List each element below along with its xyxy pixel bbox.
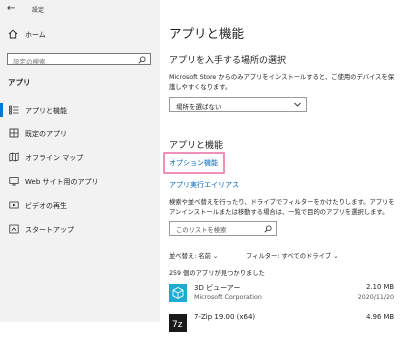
app-source-dropdown[interactable]: 場所を選ばない [169, 97, 307, 112]
app-size: 4.96 MB [366, 313, 394, 321]
chevron-down-icon [294, 102, 301, 107]
7zip-icon: 7z [169, 314, 187, 332]
sidebar-item-label: スタートアップ [25, 226, 74, 234]
app-list-search-input[interactable]: このリストを検索 [169, 221, 277, 236]
map-icon [9, 152, 19, 162]
search-sort-description: 検索や並べ替えを行ったり、ドライブでフィルターをかけたりします。アプリをアンイン… [169, 199, 395, 216]
app-source-dropdown-value: 場所を選ばない [176, 103, 222, 111]
home-nav-item[interactable]: ホーム [0, 26, 160, 44]
sidebar-item-video-playback[interactable]: ビデオの再生 [0, 195, 160, 215]
app-name: 3D ビューアー [194, 284, 241, 292]
settings-search-placeholder: 設定の検索 [13, 58, 46, 66]
filter-label: フィルター: [246, 253, 280, 260]
apps-features-heading: アプリと機能 [169, 141, 224, 151]
app-publisher: Microsoft Corporation [194, 294, 262, 301]
app-list-search-placeholder: このリストを検索 [176, 227, 227, 234]
chevron-down-icon: ⌄ [212, 253, 219, 260]
app-execution-aliases-link[interactable]: アプリ実行エイリアス [169, 180, 239, 190]
main-content: アプリと機能 アプリを入手する場所の選択 Microsoft Store からの… [160, 0, 400, 332]
startup-icon [9, 224, 19, 234]
sidebar: ← 設定 ホーム 設定の検索 アプリ アプリと機能 既定のアプリ オフライン マ… [0, 0, 160, 322]
app-source-heading: アプリを入手する場所の選択 [169, 56, 287, 66]
app-source-description: Microsoft Store からのみアプリをインストールすると、ご使用のデバ… [169, 74, 395, 91]
sidebar-item-default-apps[interactable]: 既定のアプリ [0, 123, 160, 143]
sidebar-item-web-apps[interactable]: Web サイト用のアプリ [0, 171, 160, 191]
sidebar-item-label: Web サイト用のアプリ [25, 178, 99, 186]
list-icon [9, 105, 19, 115]
sort-value[interactable]: 名前 [198, 253, 211, 260]
sidebar-item-startup[interactable]: スタートアップ [0, 219, 160, 239]
app-list-item[interactable]: 7z 7-Zip 19.00 (x64) 4.96 MB [160, 311, 400, 339]
back-arrow-icon[interactable]: ← [7, 4, 15, 14]
default-apps-icon [9, 128, 19, 138]
sidebar-section-title: アプリ [8, 78, 31, 87]
optional-features-link[interactable]: オプション機能 [169, 158, 218, 168]
sidebar-item-offline-maps[interactable]: オフライン マップ [0, 147, 160, 167]
app-size: 2.10 MB [366, 283, 394, 291]
title-bar: ← 設定 [0, 0, 160, 18]
home-icon [8, 29, 18, 39]
app-install-date: 2020/11/20 [357, 294, 394, 301]
filter-value[interactable]: すべてのドライブ [282, 253, 332, 260]
sidebar-item-label: 既定のアプリ [25, 130, 67, 138]
home-label: ホーム [25, 31, 46, 39]
filter-control[interactable]: フィルター: すべてのドライブ ⌄ [246, 251, 338, 260]
sidebar-item-label: オフライン マップ [25, 154, 84, 162]
apps-found-count: 259 個のアプリが見つかりました [169, 270, 265, 277]
page-title: アプリと機能 [169, 26, 245, 41]
3d-viewer-icon [169, 284, 187, 302]
chevron-down-icon: ⌄ [333, 253, 339, 260]
sidebar-item-apps-features[interactable]: アプリと機能 [0, 100, 160, 120]
sort-control[interactable]: 並べ替え: 名前 ⌄ [169, 251, 218, 260]
video-icon [9, 200, 19, 210]
settings-search-input[interactable]: 設定の検索 [7, 53, 151, 66]
sort-label: 並べ替え: [169, 253, 197, 260]
sidebar-item-label: ビデオの再生 [25, 202, 67, 210]
sidebar-item-label: アプリと機能 [25, 107, 67, 115]
search-icon[interactable] [138, 56, 146, 64]
search-icon[interactable] [264, 225, 272, 233]
window-title: 設定 [32, 7, 45, 14]
web-app-icon [9, 176, 19, 186]
app-name: 7-Zip 19.00 (x64) [194, 313, 256, 321]
app-list-item[interactable]: 3D ビューアー Microsoft Corporation 2.10 MB 2… [160, 281, 400, 309]
